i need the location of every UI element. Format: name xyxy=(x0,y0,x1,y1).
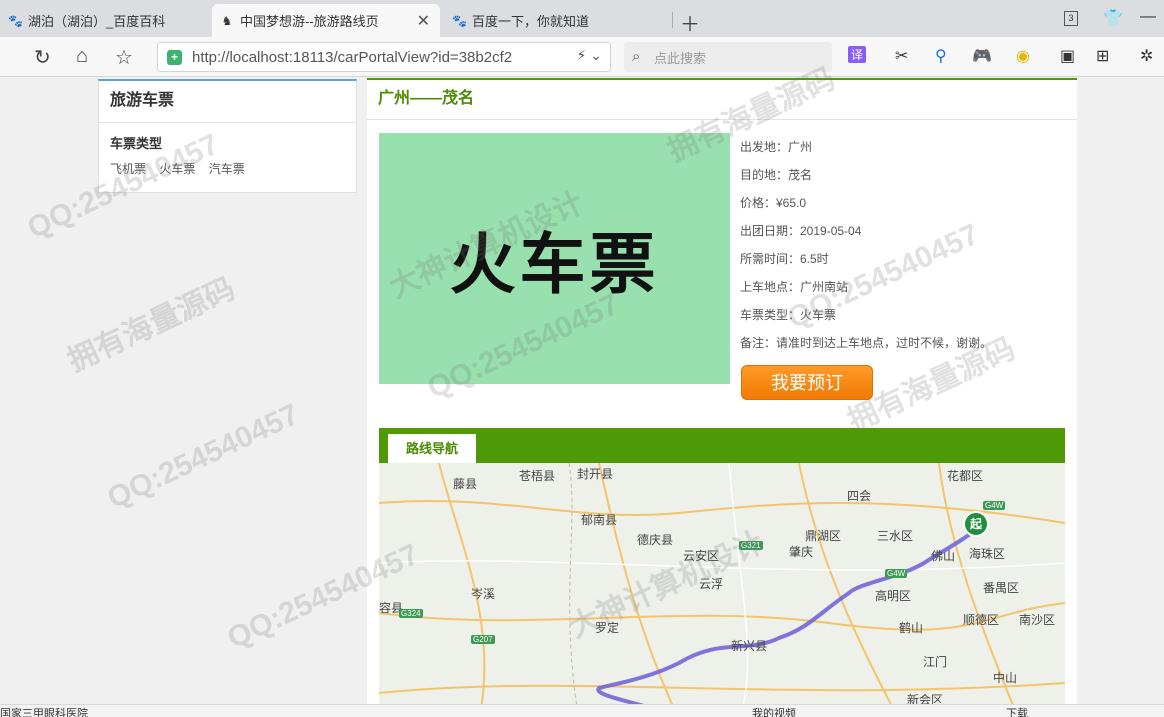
map-label: 佛山 xyxy=(931,549,956,563)
link-train-ticket[interactable]: 火车票 xyxy=(159,162,195,176)
translate-icon[interactable]: 译 xyxy=(848,46,867,63)
map-label: 中山 xyxy=(993,671,1018,685)
map-label: 南沙区 xyxy=(1019,613,1056,627)
map-label: 三水区 xyxy=(877,529,914,543)
search-placeholder: 点此搜索 xyxy=(654,50,707,66)
magnifier-icon[interactable]: ⚲ xyxy=(935,46,947,66)
map-label: 海珠区 xyxy=(969,547,1006,561)
road-sign: G207 xyxy=(471,635,495,644)
status-bar: 国家三甲眼科医院 我的视频 下载 xyxy=(0,704,1164,717)
map-label: 鹤山 xyxy=(899,621,924,635)
reader-icon[interactable]: ▣ xyxy=(1060,46,1075,66)
map-label: 云安区 xyxy=(683,549,720,563)
map-label: 云浮 xyxy=(699,577,724,591)
search-input[interactable]: ⌕ 点此搜索 xyxy=(624,42,832,72)
url-text: http://localhost:18113/carPortalView?id=… xyxy=(192,48,513,66)
map-label: 肇庆 xyxy=(789,545,814,559)
watermark: QQ:254540457 xyxy=(102,397,304,516)
detail-destination: 目的地：茂名 xyxy=(740,168,813,182)
map-label: 罗定 xyxy=(595,621,620,635)
skin-icon[interactable]: 👕 xyxy=(1103,8,1123,28)
detail-departure: 出发地：广州 xyxy=(740,140,813,154)
detail-price: 价格：¥65.0 xyxy=(740,196,807,210)
address-bar: ↻ ⌂ ☆ + http://localhost:18113/carPortal… xyxy=(0,37,1164,77)
tab-route-page[interactable]: ♞ 中国梦想游--旅游路线页 ✕ xyxy=(212,4,440,37)
shield-icon: + xyxy=(167,50,182,65)
map-label: 番禺区 xyxy=(983,581,1020,595)
link-bus-ticket[interactable]: 汽车票 xyxy=(209,162,245,176)
route-map[interactable]: 藤县 苍梧县 封开县 郁南县 德庆县 云安区 云浮 岑溪 容县 罗定 新兴县 四… xyxy=(379,463,1065,717)
home-icon[interactable]: ⌂ xyxy=(76,45,88,68)
detail-date: 出团日期：2019-05-04 xyxy=(740,224,862,238)
road-sign: G4W xyxy=(983,501,1006,510)
category-title: 车票类型 xyxy=(110,136,163,151)
paw-icon: 🐾 xyxy=(8,13,23,28)
road-sign: G321 xyxy=(739,541,763,550)
ticket-type-links: 飞机票 火车票 汽车票 xyxy=(99,152,356,177)
tab-title: 湖泊（湖泊）_百度百科 xyxy=(28,14,166,29)
book-button[interactable]: 我要预订 xyxy=(741,365,873,400)
my-video-link[interactable]: 我的视频 xyxy=(752,705,796,717)
ticket-sidebar: 旅游车票 车票类型 飞机票 火车票 汽车票 xyxy=(98,79,357,193)
tab-title: 中国梦想游--旅游路线页 xyxy=(240,14,379,29)
map-label: 高明区 xyxy=(875,589,912,603)
map-label: 苍梧县 xyxy=(519,469,556,483)
route-nav-bar: 路线导航 xyxy=(379,428,1065,463)
tab-count-badge[interactable]: 3 xyxy=(1064,11,1078,26)
coin-icon[interactable]: ◉ xyxy=(1016,46,1030,66)
tab-baike[interactable]: 🐾 湖泊（湖泊）_百度百科 xyxy=(0,4,208,37)
minimize-icon[interactable]: — xyxy=(1140,8,1156,26)
map-label: 新兴县 xyxy=(731,639,768,653)
close-icon[interactable]: ✕ xyxy=(417,11,430,31)
tab-baidu[interactable]: 🐾 百度一下，你就知道 xyxy=(444,4,672,37)
game-icon[interactable]: 🎮 xyxy=(972,46,992,66)
route-detail-panel: 广州——茂名 火车票 出发地：广州 目的地：茂名 价格：¥65.0 出团日期：2… xyxy=(367,78,1077,717)
settings-icon[interactable]: ✲ xyxy=(1140,46,1153,66)
map-label: 花都区 xyxy=(947,469,984,483)
new-tab-button[interactable]: ＋ xyxy=(680,8,700,37)
paw-icon: 🐾 xyxy=(452,13,467,28)
road-sign: G324 xyxy=(399,609,423,618)
sidebar-title: 旅游车票 xyxy=(99,81,356,123)
map-label: 鼎湖区 xyxy=(805,529,842,543)
map-label: 封开县 xyxy=(577,467,614,481)
detail-ticket-type: 车票类型：火车票 xyxy=(740,308,837,322)
map-label: 四会 xyxy=(847,489,872,503)
ticket-image-text: 火车票 xyxy=(449,224,660,303)
star-icon[interactable]: ☆ xyxy=(115,45,133,70)
route-title: 广州——茂名 xyxy=(367,80,1077,120)
ticket-image: 火车票 xyxy=(379,133,730,384)
route-details: 出发地：广州 目的地：茂名 价格：¥65.0 出团日期：2019-05-04 所… xyxy=(740,137,992,361)
link-flight-ticket[interactable]: 飞机票 xyxy=(110,162,146,176)
detail-remark: 备注：请准时到达上车地点，过时不候，谢谢。 xyxy=(740,336,993,350)
watermark: 拥有海量源码 xyxy=(62,272,241,379)
detail-boarding: 上车地点：广州南站 xyxy=(740,280,849,294)
map-label: 顺德区 xyxy=(963,613,1000,627)
apps-grid-icon[interactable]: ⊞ xyxy=(1096,46,1109,66)
start-marker[interactable]: 起 xyxy=(963,511,989,537)
horse-icon: ♞ xyxy=(221,13,233,28)
map-label: 郁南县 xyxy=(581,513,618,527)
chevron-down-icon[interactable]: ⚡ ⌄ xyxy=(577,47,602,64)
map-label: 藤县 xyxy=(453,477,478,491)
map-label: 德庆县 xyxy=(637,533,674,547)
scissors-icon[interactable]: ✂ xyxy=(895,46,908,66)
refresh-icon[interactable]: ↻ xyxy=(34,45,51,70)
status-left-link[interactable]: 国家三甲眼科医院 xyxy=(0,705,88,717)
search-icon: ⌕ xyxy=(632,48,641,65)
url-input[interactable]: + http://localhost:18113/carPortalView?i… xyxy=(157,42,611,72)
tab-bar: 🐾 湖泊（湖泊）_百度百科 ♞ 中国梦想游--旅游路线页 ✕ 🐾 百度一下，你就… xyxy=(0,0,1164,37)
download-link[interactable]: 下载 xyxy=(1006,705,1028,717)
tab-route-navigation[interactable]: 路线导航 xyxy=(388,434,476,463)
detail-duration: 所需时间：6.5时 xyxy=(740,252,829,266)
road-sign: G4W xyxy=(885,569,908,578)
map-label: 岑溪 xyxy=(471,587,496,601)
map-label: 江门 xyxy=(923,655,948,669)
tab-divider xyxy=(672,12,673,28)
tab-title: 百度一下，你就知道 xyxy=(472,14,590,29)
